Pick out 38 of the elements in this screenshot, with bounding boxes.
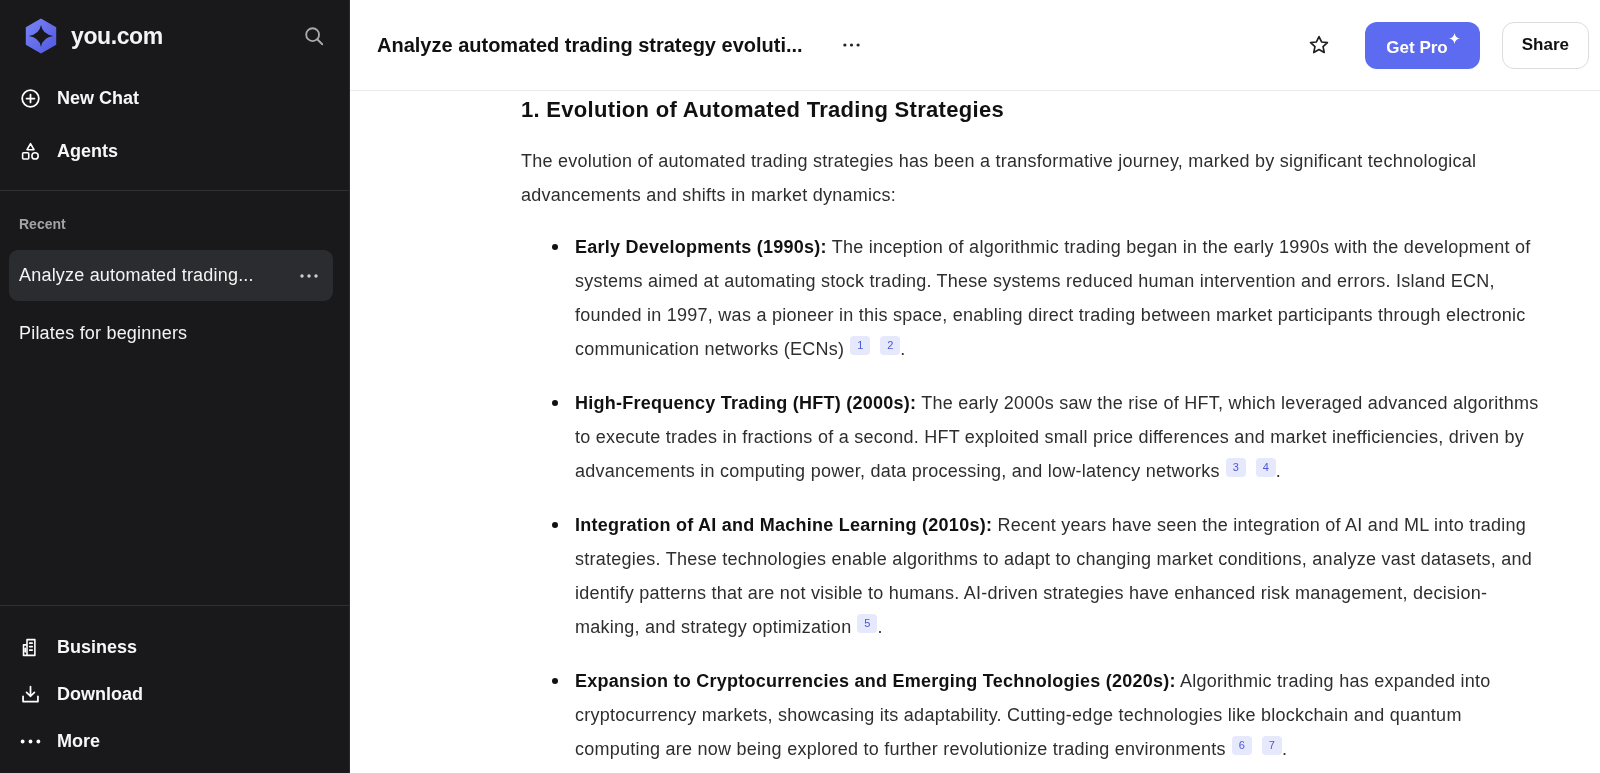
sidebar-nav-item[interactable]: More (0, 718, 349, 765)
citation-link[interactable]: 1 (850, 336, 871, 355)
sidebar-nav-item[interactable]: Agents (0, 125, 349, 178)
get-pro-button[interactable]: Get Pro (1365, 21, 1480, 69)
more-icon[interactable] (842, 43, 860, 47)
bullet-icon (552, 522, 558, 528)
section-heading: 1. Evolution of Automated Trading Strategies (521, 96, 1005, 124)
citation-link[interactable]: 5 (857, 614, 878, 633)
list-item-text: High-Frequency Trading (HFT) (2000s): The early 2000s saw the rise of HFT, which leveraged advanced algorithms to execute trades in fractions of a second. HFT exploited small price differences and market inefficiencies, driven by advancements in computing power, data processing, and low-latency networks 3 4 . (575, 392, 1540, 483)
citation-link[interactable]: 4 (1255, 458, 1276, 477)
bullet-icon (552, 678, 558, 684)
citation-link[interactable]: 6 (1231, 736, 1252, 755)
share-button[interactable]: Share (1501, 21, 1589, 69)
sparkle-icon (1448, 32, 1460, 44)
more-icon[interactable] (300, 273, 318, 278)
list-item-text: Early Developments (1990s): The inception of algorithmic trading began in the early 1990s with the development of systems aimed at automating stock trading. These systems reduced human intervention and errors. Island ECN, founded in 1997, was a pioneer in this space, enabling direct trading between market participants through electronic communication networks (ECNs) 1 2 . (575, 236, 1532, 361)
shapes-icon (20, 141, 41, 162)
recent-chat-item[interactable]: Pilates for beginners (9, 308, 333, 359)
chat-title: Analyze automated trading strategy evoluti... (377, 33, 803, 57)
paragraph: The evolution of automated trading strategies has been a transformative journey, marked by significant technological advancements and shifts in market dynamics: (521, 150, 1478, 207)
brand-name: you.com (71, 22, 163, 50)
citation-link[interactable]: 3 (1225, 458, 1246, 477)
bullet-icon (552, 244, 558, 250)
sidebar-nav-item[interactable]: Business (0, 624, 349, 671)
sidebar-nav-item[interactable]: New Chat (0, 72, 349, 125)
download-icon (20, 684, 41, 705)
star-icon[interactable] (1308, 34, 1331, 56)
list-item-text: Expansion to Cryptocurrencies and Emerging Technologies (2020s): Algorithmic trading has expanded into cryptocurrency markets, showcasing its adaptability. Cutting-edge technologies like blockchain and quantum computing are now being explored to further revolutionize trading environments 6 7 . (575, 670, 1492, 761)
search-icon[interactable] (303, 25, 325, 47)
citation-link[interactable]: 2 (880, 336, 901, 355)
sidebar-nav-item[interactable]: Download (0, 671, 349, 718)
more-icon (20, 739, 41, 744)
plus-circle-icon (20, 88, 41, 109)
bullet-icon (552, 400, 558, 406)
citation-link[interactable]: 7 (1261, 736, 1282, 755)
recent-chat-item[interactable]: Analyze automated trading... (9, 250, 333, 301)
section-label: Recent (18, 215, 67, 233)
list-item-text: Integration of AI and Machine Learning (2010s): Recent years have seen the integration of AI and ML into trading strategies. These technologies enable algorithms to adapt to changing market conditions, analyze vast datasets, and identify patterns that are not visible to humans. AI-driven strategies have enhanced risk management, decision-making, and strategy optimization 5 . (575, 514, 1533, 639)
